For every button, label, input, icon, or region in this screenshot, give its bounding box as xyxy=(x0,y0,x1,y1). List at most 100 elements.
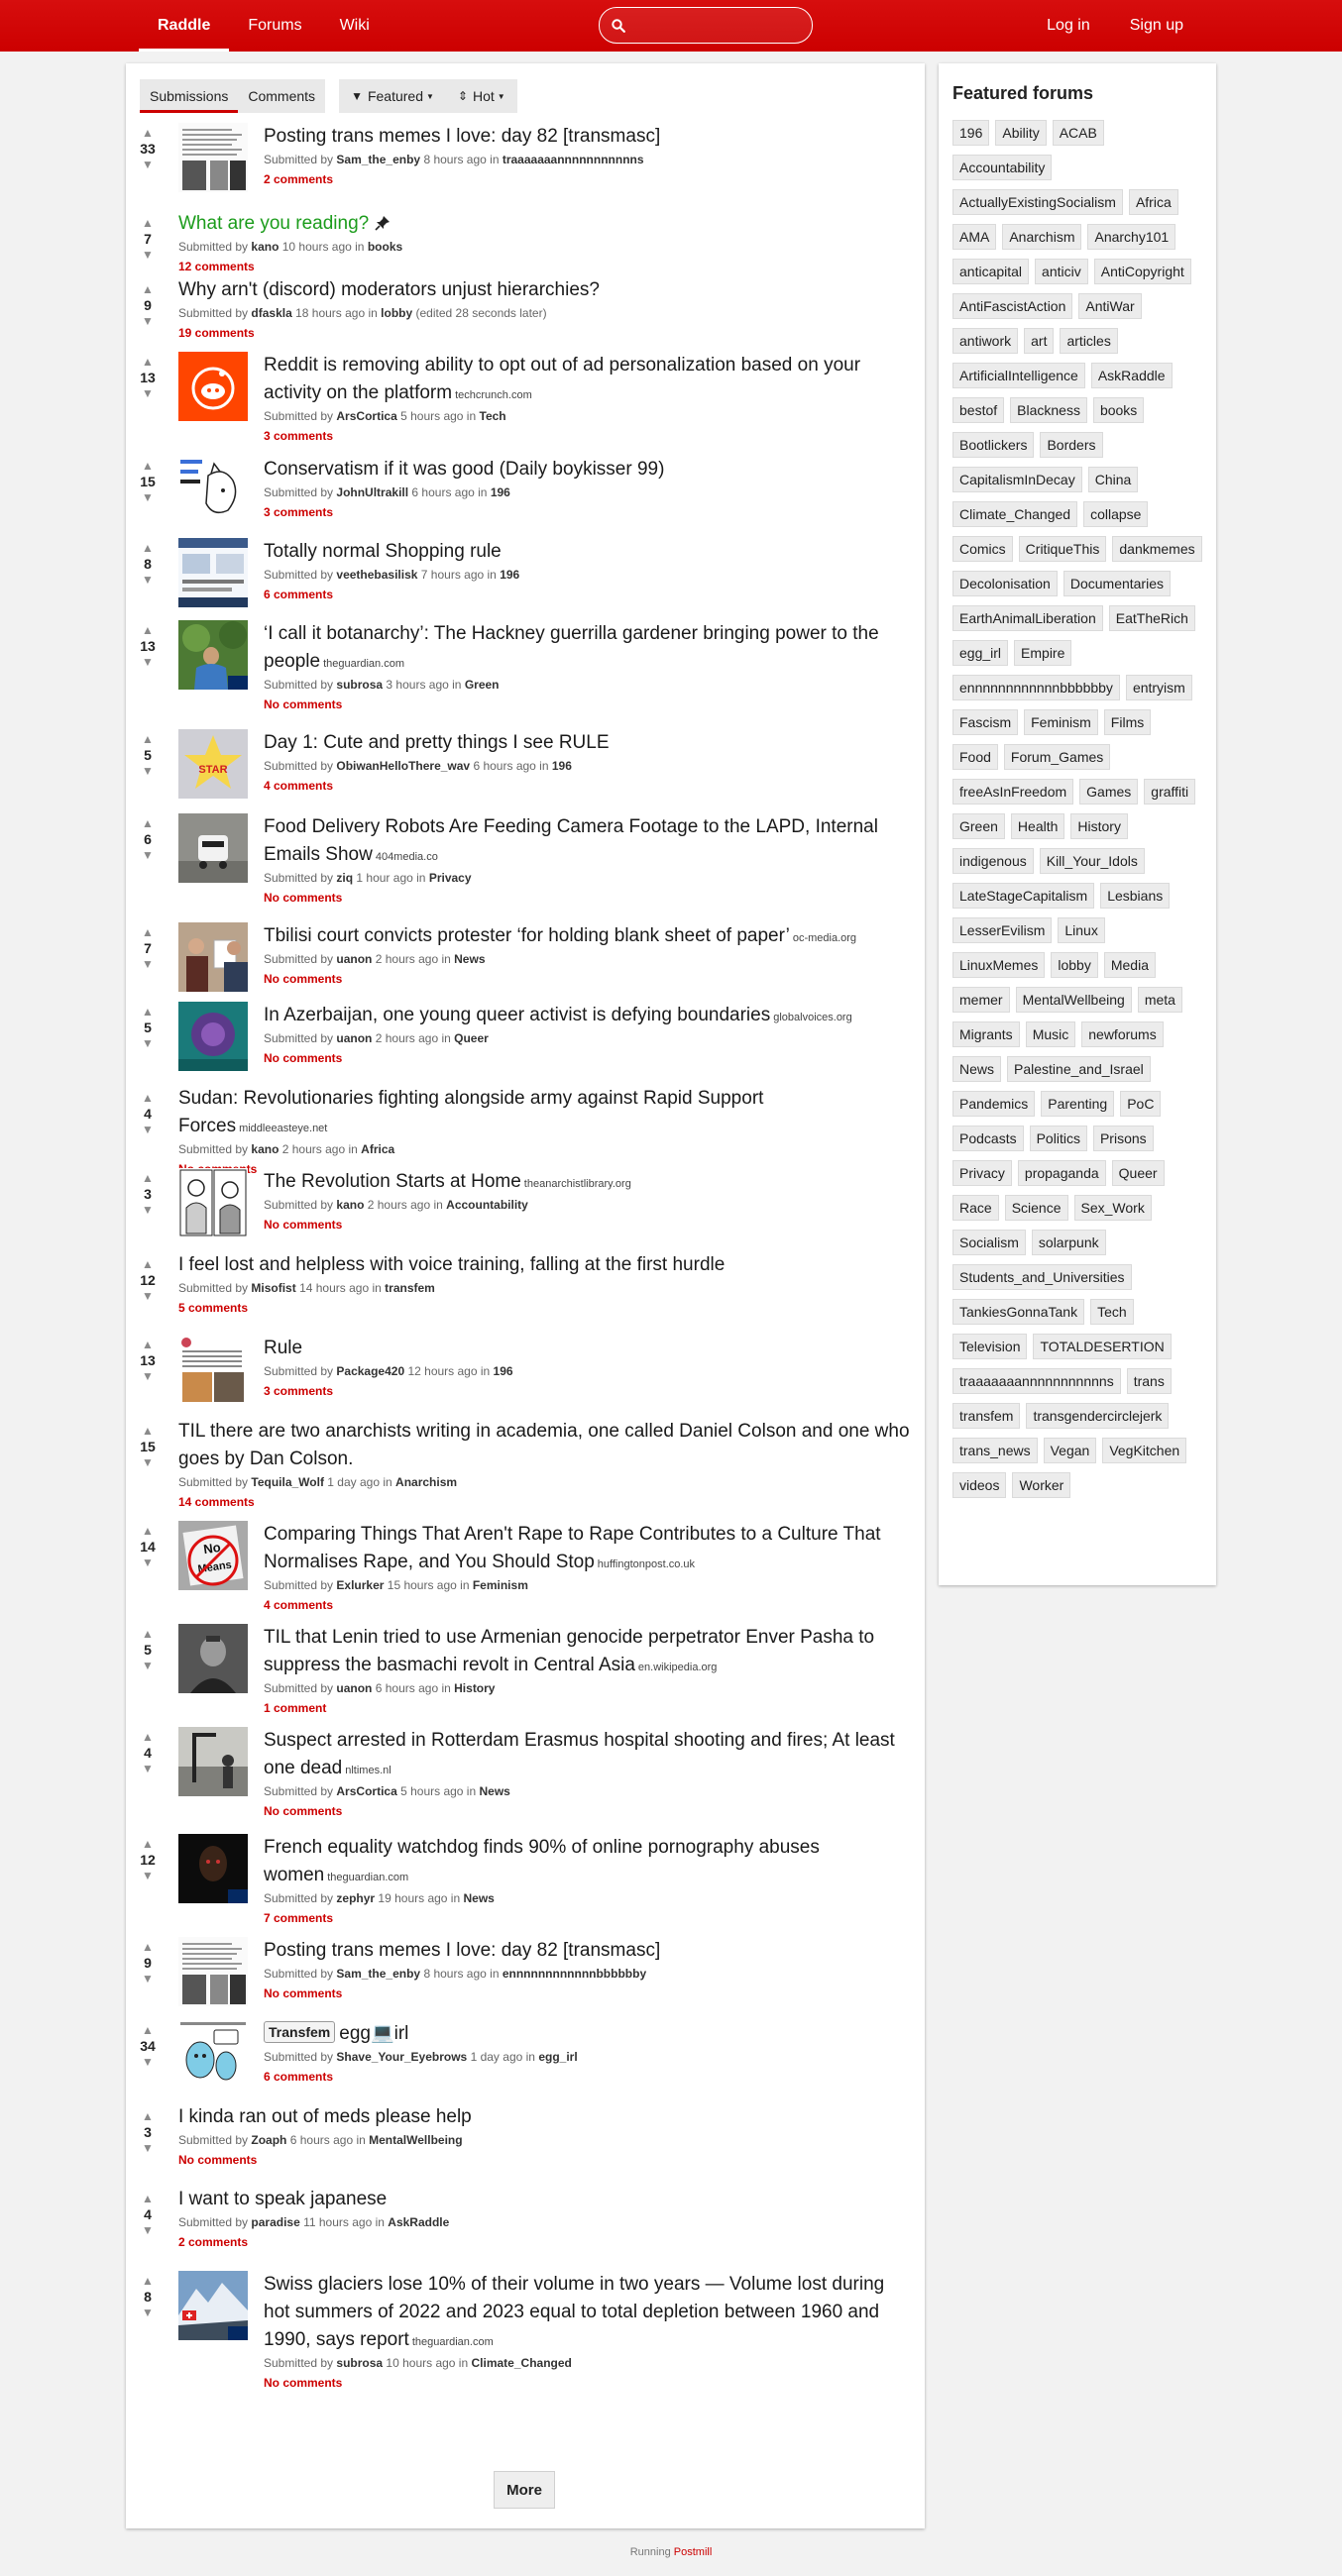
upvote-icon[interactable]: ▲ xyxy=(142,1005,154,1019)
upvote-icon[interactable]: ▲ xyxy=(142,1837,154,1851)
comments-link[interactable]: No comments xyxy=(264,1215,911,1234)
author-link[interactable]: ArsCortica xyxy=(336,409,396,423)
submission-title[interactable]: egg💻irl xyxy=(339,2023,408,2044)
forum-tag[interactable]: solarpunk xyxy=(1031,1230,1106,1255)
forum-tag[interactable]: videos xyxy=(952,1472,1007,1498)
downvote-icon[interactable]: ▼ xyxy=(142,2223,154,2237)
signup-link[interactable]: Sign up xyxy=(1110,0,1203,52)
forum-link[interactable]: News xyxy=(454,952,485,966)
forum-tag[interactable]: VegKitchen xyxy=(1102,1438,1187,1463)
author-link[interactable]: Sam_the_enby xyxy=(336,1967,420,1981)
upvote-icon[interactable]: ▲ xyxy=(142,126,154,140)
tab-submissions[interactable]: Submissions xyxy=(140,79,239,113)
submission-title[interactable]: What are you reading? xyxy=(178,213,369,234)
forum-tag[interactable]: Accountability xyxy=(952,155,1053,180)
downvote-icon[interactable]: ▼ xyxy=(142,2141,154,2155)
submission-title[interactable]: Why arn't (discord) moderators unjust hi… xyxy=(178,279,600,300)
comments-link[interactable]: 14 comments xyxy=(178,1492,911,1512)
forum-tag[interactable]: Sex_Work xyxy=(1073,1195,1152,1221)
forum-tag[interactable]: Worker xyxy=(1012,1472,1071,1498)
forum-tag[interactable]: Empire xyxy=(1014,640,1072,666)
downvote-icon[interactable]: ▼ xyxy=(142,848,154,862)
forum-tag[interactable]: Blackness xyxy=(1010,397,1087,423)
submission-title[interactable]: Totally normal Shopping rule xyxy=(264,541,502,562)
comments-link[interactable]: No comments xyxy=(264,888,911,908)
forum-tag[interactable]: Media xyxy=(1103,952,1156,978)
submission-thumbnail[interactable]: No Means xyxy=(178,1521,248,1590)
upvote-icon[interactable]: ▲ xyxy=(142,459,154,473)
downvote-icon[interactable]: ▼ xyxy=(142,1455,154,1469)
submission-thumbnail[interactable] xyxy=(178,1624,248,1693)
sort-dropdown[interactable]: ⇕ Hot ▼ xyxy=(446,79,517,113)
upvote-icon[interactable]: ▲ xyxy=(142,1730,154,1744)
forum-tag[interactable]: EatTheRich xyxy=(1108,605,1195,631)
tab-comments[interactable]: Comments xyxy=(238,79,325,113)
forum-tag[interactable]: Parenting xyxy=(1041,1091,1115,1117)
forum-tag[interactable]: TankiesGonnaTank xyxy=(952,1299,1085,1325)
forum-tag[interactable]: Anarchism xyxy=(1002,224,1082,250)
forum-tag[interactable]: History xyxy=(1070,813,1128,839)
nav-wiki-link[interactable]: Wiki xyxy=(321,0,389,52)
submission-title[interactable]: Reddit is removing ability to opt out of… xyxy=(264,355,860,403)
author-link[interactable]: paradise xyxy=(251,2215,299,2229)
author-link[interactable]: subrosa xyxy=(336,678,383,692)
submission-title[interactable]: Posting trans memes I love: day 82 [tran… xyxy=(264,1940,660,1961)
forum-tag[interactable]: Queer xyxy=(1111,1160,1165,1186)
forum-link[interactable]: Anarchism xyxy=(395,1475,457,1489)
forum-tag[interactable]: ActuallyExistingSocialism xyxy=(952,189,1123,215)
forum-tag[interactable]: News xyxy=(952,1056,1002,1082)
forum-tag[interactable]: graffiti xyxy=(1144,779,1196,805)
comments-link[interactable]: No comments xyxy=(264,1048,911,1068)
upvote-icon[interactable]: ▲ xyxy=(142,732,154,746)
submission-thumbnail[interactable] xyxy=(178,1002,248,1071)
forum-tag[interactable]: Kill_Your_Idols xyxy=(1039,848,1145,874)
upvote-icon[interactable]: ▲ xyxy=(142,1524,154,1538)
comments-link[interactable]: No comments xyxy=(264,695,911,714)
forum-link[interactable]: History xyxy=(454,1681,495,1695)
forum-tag[interactable]: transgendercirclejerk xyxy=(1026,1403,1170,1429)
author-link[interactable]: ArsCortica xyxy=(336,1784,396,1798)
submission-title[interactable]: TIL that Lenin tried to use Armenian gen… xyxy=(264,1627,874,1675)
forum-link[interactable]: Green xyxy=(465,678,500,692)
forum-link[interactable]: AskRaddle xyxy=(388,2215,449,2229)
forum-tag[interactable]: Comics xyxy=(952,536,1013,562)
forum-tag[interactable]: Food xyxy=(952,744,998,770)
upvote-icon[interactable]: ▲ xyxy=(142,282,154,296)
downvote-icon[interactable]: ▼ xyxy=(142,1659,154,1672)
submission-thumbnail[interactable] xyxy=(178,922,248,992)
submission-thumbnail[interactable] xyxy=(178,1834,248,1903)
downvote-icon[interactable]: ▼ xyxy=(142,573,154,587)
forum-tag[interactable]: Vegan xyxy=(1043,1438,1097,1463)
forum-tag[interactable]: LesserEvilism xyxy=(952,917,1053,943)
author-link[interactable]: uanon xyxy=(336,1681,372,1695)
forum-tag[interactable]: Anarchy101 xyxy=(1087,224,1176,250)
comments-link[interactable]: 1 comment xyxy=(264,1698,911,1718)
forum-link[interactable]: ennnnnnnnnnnnbbbbbby xyxy=(503,1967,646,1981)
comments-link[interactable]: 7 comments xyxy=(264,1908,911,1928)
upvote-icon[interactable]: ▲ xyxy=(142,216,154,230)
forum-link[interactable]: 196 xyxy=(552,759,572,773)
author-link[interactable]: zephyr xyxy=(336,1891,375,1905)
forum-tag[interactable]: Borders xyxy=(1040,432,1103,458)
author-link[interactable]: Exlurker xyxy=(336,1578,384,1592)
author-link[interactable]: uanon xyxy=(336,1031,372,1045)
forum-tag[interactable]: AntiCopyright xyxy=(1093,259,1191,284)
author-link[interactable]: ObiwanHelloThere_wav xyxy=(336,759,470,773)
forum-link[interactable]: transfem xyxy=(385,1281,435,1295)
submission-title[interactable]: I feel lost and helpless with voice trai… xyxy=(178,1254,725,1275)
forum-tag[interactable]: lobby xyxy=(1051,952,1098,978)
forum-tag[interactable]: articles xyxy=(1060,328,1118,354)
forum-link[interactable]: News xyxy=(480,1784,510,1798)
forum-tag[interactable]: Television xyxy=(952,1334,1028,1359)
upvote-icon[interactable]: ▲ xyxy=(142,1424,154,1438)
downvote-icon[interactable]: ▼ xyxy=(142,1869,154,1882)
downvote-icon[interactable]: ▼ xyxy=(142,1123,154,1136)
author-link[interactable]: ziq xyxy=(336,871,353,885)
submission-thumbnail[interactable] xyxy=(178,538,248,607)
author-link[interactable]: Package420 xyxy=(336,1364,404,1378)
comments-link[interactable]: 3 comments xyxy=(264,426,911,446)
forum-tag[interactable]: Documentaries xyxy=(1062,571,1171,596)
forum-tag[interactable]: Tech xyxy=(1090,1299,1134,1325)
forum-tag[interactable]: Privacy xyxy=(952,1160,1012,1186)
submission-title[interactable]: Tbilisi court convicts protester ‘for ho… xyxy=(264,925,790,946)
